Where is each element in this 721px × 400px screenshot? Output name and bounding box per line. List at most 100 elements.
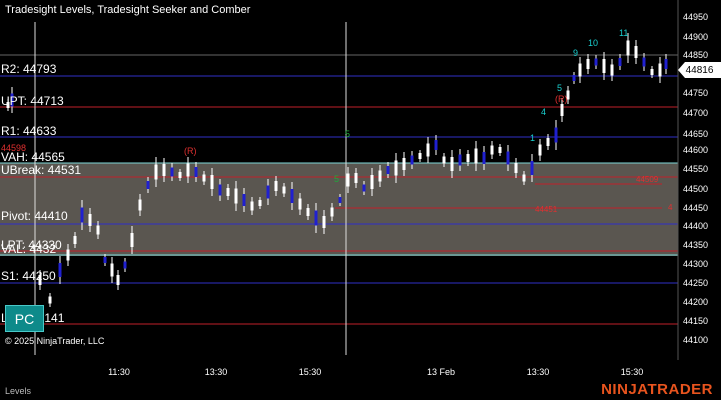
price-tick-label: 44650 — [683, 129, 709, 139]
ninjatrader-logo: NINJATRADER — [601, 381, 713, 398]
r1-label: R1: 44633 — [1, 124, 57, 138]
bar-body — [194, 167, 198, 177]
bar-body — [634, 46, 638, 58]
bar-body — [514, 163, 518, 173]
bar-body — [130, 233, 134, 247]
bar-body — [450, 157, 454, 171]
bar-body — [266, 185, 270, 199]
bar-body — [650, 69, 654, 75]
target-label-2: 44451 — [535, 205, 558, 214]
time-tick-label: 13:30 — [526, 367, 550, 377]
bar-body — [642, 57, 646, 67]
bar-body — [522, 174, 526, 182]
price-tick-label: 44100 — [683, 335, 709, 345]
bar-body — [330, 207, 334, 217]
bar-body — [202, 174, 206, 182]
seeker-count-5-left: 5 — [345, 129, 351, 139]
price-tick-label: 44450 — [683, 203, 709, 213]
bar-body — [73, 236, 77, 244]
bar-body — [218, 184, 222, 196]
bar-body — [378, 170, 382, 182]
seeker-count-5-right: 5 — [557, 83, 563, 93]
bar-body — [274, 181, 278, 191]
price-tick-label: 44300 — [683, 259, 709, 269]
price-tick-label: 44550 — [683, 164, 709, 174]
bar-body — [482, 152, 486, 164]
time-tick-label: 15:30 — [620, 367, 644, 377]
bar-body — [602, 59, 606, 73]
reversal-marker-right: (R) — [555, 94, 568, 104]
bar-body — [138, 199, 142, 211]
bar-body — [402, 158, 406, 170]
target-tick: 4 — [668, 203, 673, 212]
pc-button[interactable]: PC — [5, 305, 44, 332]
bar-body — [298, 198, 302, 210]
bar-body — [170, 167, 174, 177]
bar-body — [282, 186, 286, 194]
price-tick-label: 44700 — [683, 108, 709, 118]
bar-body — [418, 153, 422, 159]
bar-body — [658, 63, 662, 77]
bar-body — [586, 59, 590, 69]
bar-body — [426, 143, 430, 157]
bar-body — [226, 188, 230, 196]
bar-body — [162, 164, 166, 176]
seeker-count-1: 1 — [530, 133, 536, 143]
bar-body — [103, 257, 107, 263]
bar-body — [466, 154, 470, 162]
bar-body — [250, 201, 254, 211]
bar-body — [594, 58, 598, 66]
price-chart[interactable] — [0, 0, 721, 400]
bar-body — [546, 138, 550, 146]
ubreak-label: UBreak: 44531 — [1, 163, 82, 177]
bar-body — [290, 189, 294, 203]
bar-body — [578, 63, 582, 77]
bar-body — [178, 172, 182, 178]
bar-body — [234, 188, 238, 204]
s1-label: S1: 44250 — [1, 269, 56, 283]
bar-body — [338, 197, 342, 203]
seeker-count-9: 9 — [573, 48, 579, 58]
bar-body — [88, 214, 92, 226]
bar-body — [498, 147, 502, 153]
bar-body — [48, 296, 52, 304]
bar-body — [322, 216, 326, 228]
pivot-label: Pivot: 44410 — [1, 209, 68, 223]
price-tick-label: 44200 — [683, 297, 709, 307]
r2-label: R2: 44793 — [1, 62, 57, 76]
bar-body — [242, 194, 246, 206]
vah-label: VAH: 44565 — [1, 150, 65, 164]
bar-body — [442, 156, 446, 164]
bar-body — [210, 175, 214, 189]
bar-body — [618, 58, 622, 66]
price-tick-label: 44600 — [683, 145, 709, 155]
window-title: Tradesight Levels, Tradesight Seeker and… — [5, 4, 251, 16]
price-tick-label: 44150 — [683, 316, 709, 326]
bar-body — [474, 148, 478, 164]
price-tick-label: 44400 — [683, 221, 709, 231]
price-tick-label: 44750 — [683, 88, 709, 98]
seeker-count-10: 10 — [588, 38, 599, 48]
time-tick-label: 13:30 — [204, 367, 228, 377]
price-tick-label: 44850 — [683, 50, 709, 60]
seeker-count-11: 11 — [619, 28, 629, 38]
time-tick-label: 15:30 — [298, 367, 322, 377]
bar-body — [154, 164, 158, 180]
bar-body — [530, 161, 534, 175]
bar-body — [664, 59, 668, 69]
upt-label: UPT: 44713 — [1, 94, 64, 108]
bar-body — [80, 207, 84, 223]
price-tick-label: 44950 — [683, 12, 709, 22]
val-label: VAL: 4432 — [1, 242, 57, 256]
bar-body — [626, 40, 630, 56]
bar-body — [506, 151, 510, 165]
bar-body — [434, 140, 438, 150]
bar-body — [116, 275, 120, 285]
time-tick-label: 13 Feb — [426, 367, 456, 377]
bar-body — [354, 173, 358, 183]
bar-body — [572, 75, 576, 81]
bar-body — [186, 163, 190, 177]
price-tick-label: 44500 — [683, 184, 709, 194]
bar-body — [110, 263, 114, 277]
seeker-count-4: 4 — [541, 107, 547, 117]
